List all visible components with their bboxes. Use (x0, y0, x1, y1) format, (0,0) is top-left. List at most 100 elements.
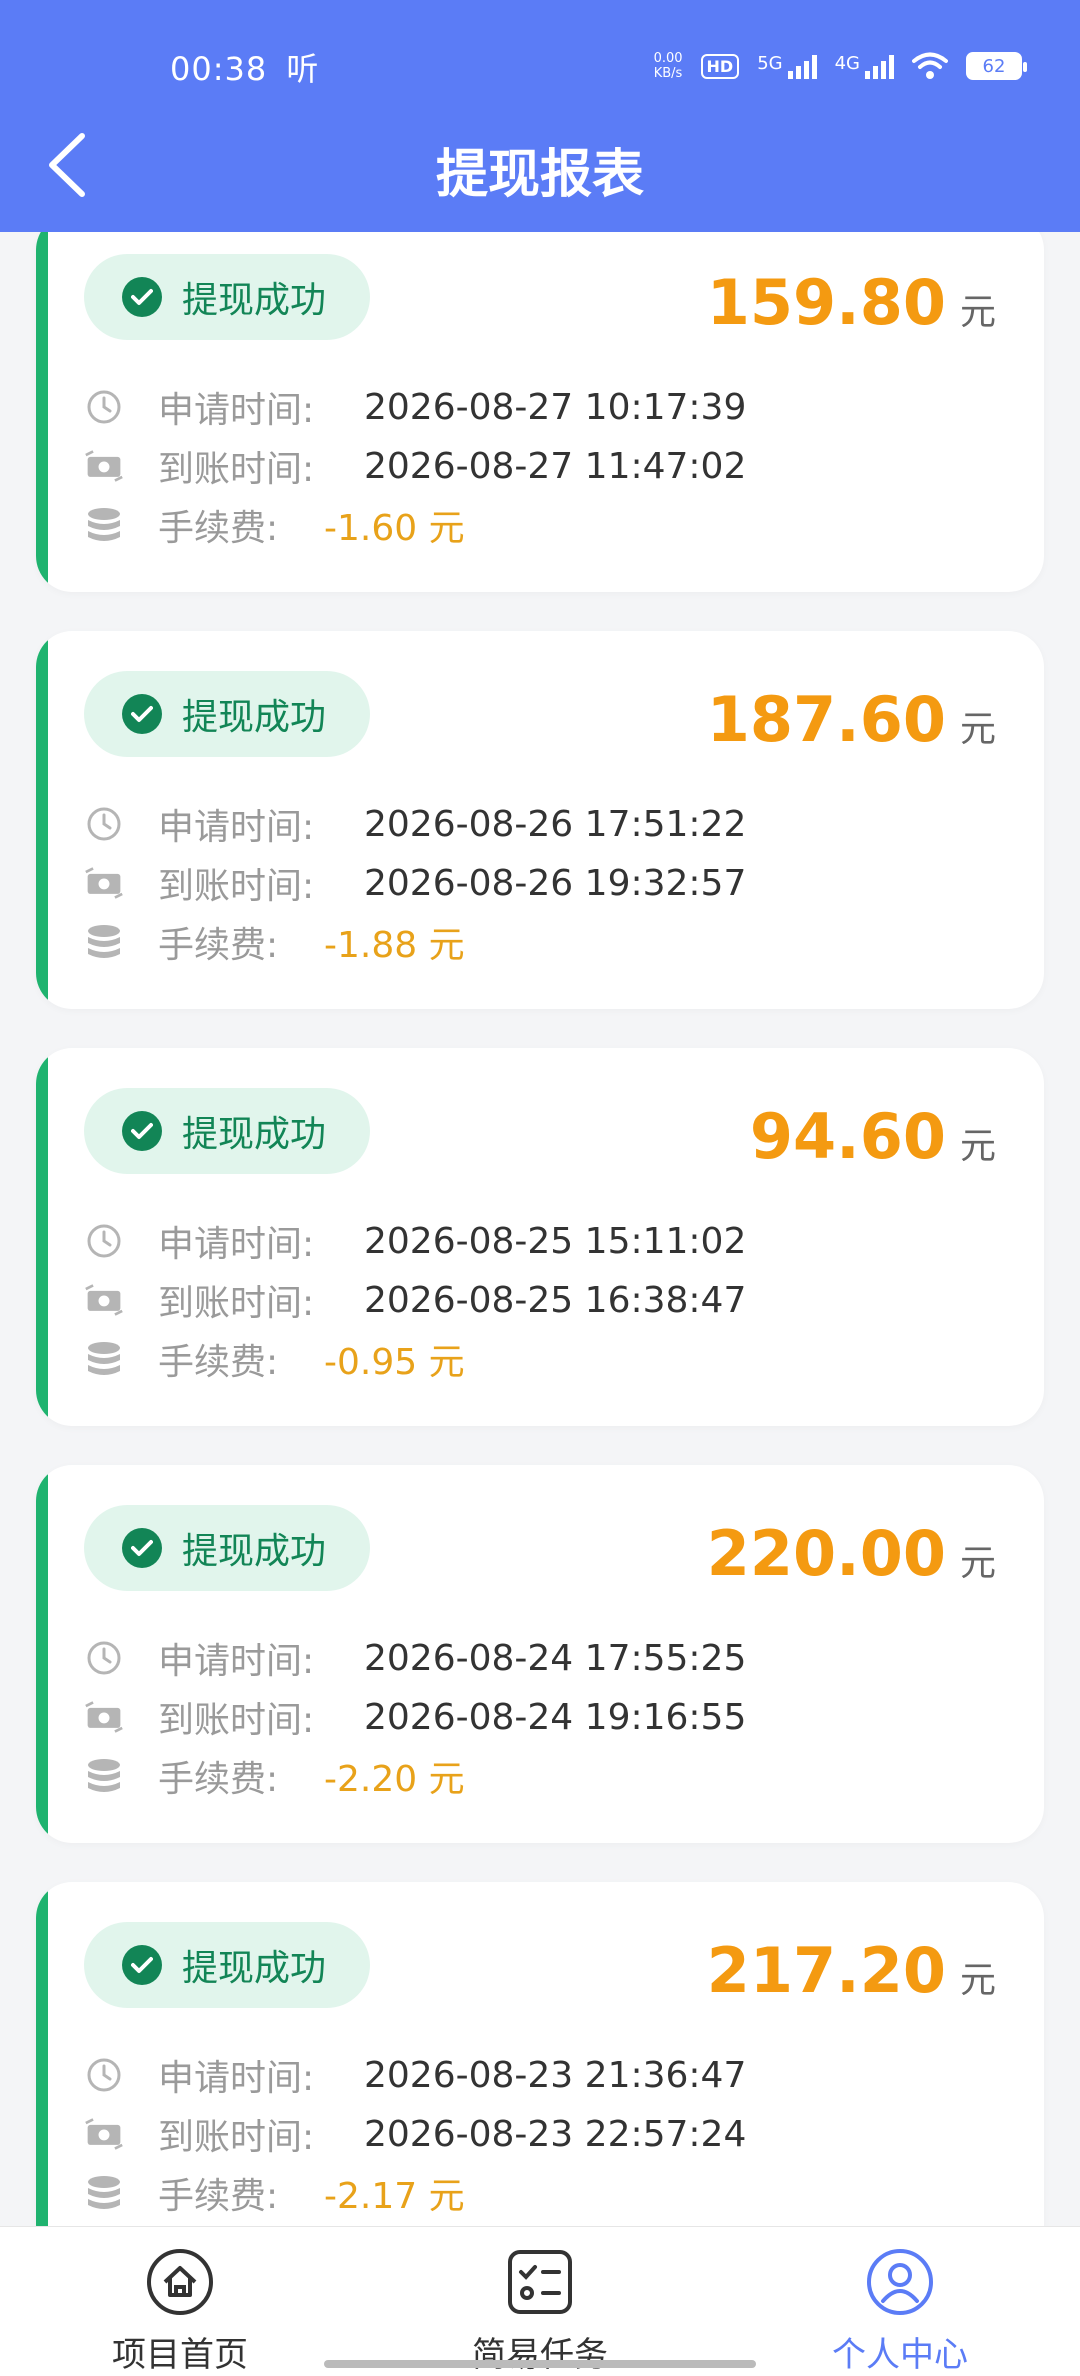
money-transfer-icon (84, 2114, 124, 2154)
amount: 220.00 元 (707, 1517, 996, 1590)
nav-item-home[interactable]: 项目首页 (70, 2247, 290, 2376)
money-transfer-icon (84, 863, 124, 903)
apply-time-label: 申请时间: (158, 1641, 315, 1682)
fee-label: 手续费: (158, 2176, 279, 2217)
amount-unit: 元 (959, 1543, 996, 1584)
apply-time-value: 2026-08-25 15:11:02 (364, 1220, 747, 1262)
amount: 217.20 元 (707, 1934, 996, 2007)
status-bar: 00:38 听 0.00 KB/s HD 5G 4G 62 (0, 0, 1080, 130)
amount-value: 220.00 (706, 1517, 946, 1590)
amount: 94.60 元 (750, 1100, 996, 1173)
nav-item-profile[interactable]: 个人中心 (790, 2247, 1010, 2376)
amount-value: 217.20 (706, 1934, 946, 2007)
coins-icon (84, 922, 124, 962)
arrive-time-row: 到账时间: 2026-08-23 22:57:24 (84, 2109, 746, 2159)
bottom-nav: 项目首页 简易任务 个人中心 (0, 2226, 1080, 2376)
fee-row: 手续费: -1.60 元 (84, 500, 465, 550)
amount: 187.60 元 (707, 683, 996, 756)
arrive-time-value: 2026-08-24 19:16:55 (364, 1696, 747, 1738)
status-extra-text: 听 (286, 50, 320, 88)
apply-time-row: 申请时间: 2026-08-27 10:17:39 (84, 382, 746, 432)
arrive-time-value: 2026-08-23 22:57:24 (364, 2113, 747, 2155)
home-indicator[interactable] (324, 2360, 756, 2368)
amount: 159.80 元 (707, 266, 996, 339)
coins-icon (84, 2173, 124, 2213)
apply-time-value: 2026-08-23 21:36:47 (364, 2054, 747, 2096)
check-circle-icon (122, 694, 162, 734)
fee-row: 手续费: -0.95 元 (84, 1334, 465, 1384)
signal-4g-label: 4G (834, 53, 860, 74)
amount-unit: 元 (959, 1126, 996, 1167)
coins-icon (84, 505, 124, 545)
fee-value: -1.60 元 (324, 508, 465, 549)
apply-time-label: 申请时间: (158, 390, 315, 431)
page-title: 提现报表 (435, 145, 644, 205)
money-transfer-icon (84, 1280, 124, 1320)
nav-item-tasks[interactable]: 简易任务 (430, 2247, 650, 2376)
nav-label-home: 项目首页 (112, 2335, 248, 2375)
fee-row: 手续费: -2.20 元 (84, 1751, 465, 1801)
wifi-icon (912, 52, 948, 79)
fee-row: 手续费: -1.88 元 (84, 917, 465, 967)
arrive-time-label: 到账时间: (158, 866, 315, 907)
withdraw-record-card[interactable]: 提现成功 94.60 元 申请时间: 2026-08-25 15:11:02 到… (36, 1048, 1044, 1426)
task-list-icon (505, 2247, 575, 2317)
withdraw-record-card[interactable]: 提现成功 220.00 元 申请时间: 2026-08-24 17:55:25 … (36, 1465, 1044, 1843)
arrive-time-value: 2026-08-26 19:32:57 (364, 862, 747, 904)
status-text: 提现成功 (182, 1531, 327, 1572)
money-transfer-icon (84, 1697, 124, 1737)
fee-label: 手续费: (158, 925, 279, 966)
status-time: 00:38 听 (170, 44, 319, 90)
apply-time-row: 申请时间: 2026-08-24 17:55:25 (84, 1633, 746, 1683)
fee-row: 手续费: -2.17 元 (84, 2168, 465, 2218)
arrive-time-value: 2026-08-27 11:47:02 (364, 445, 747, 487)
signal-4g-icon: 4G (835, 53, 894, 79)
home-icon (145, 2247, 215, 2317)
amount-unit: 元 (959, 709, 996, 750)
amount-value: 187.60 (706, 683, 946, 756)
net-speed: 0.00 KB/s (654, 51, 683, 81)
status-badge: 提现成功 (84, 1088, 370, 1174)
hd-icon: HD (700, 53, 740, 79)
coins-icon (84, 1756, 124, 1796)
battery-icon: 62 (966, 52, 1027, 80)
fee-label: 手续费: (158, 1342, 279, 1383)
signal-5g-label: 5G (757, 53, 783, 74)
withdraw-record-card[interactable]: 提现成功 187.60 元 申请时间: 2026-08-26 17:51:22 … (36, 631, 1044, 1009)
clock-icon (84, 804, 124, 844)
user-icon (865, 2247, 935, 2317)
withdraw-record-card[interactable]: 提现成功 159.80 元 申请时间: 2026-08-27 10:17:39 … (36, 232, 1044, 592)
fee-label: 手续费: (158, 1759, 279, 1800)
fee-value: -2.17 元 (324, 2176, 465, 2217)
status-badge: 提现成功 (84, 254, 370, 340)
apply-time-row: 申请时间: 2026-08-26 17:51:22 (84, 799, 746, 849)
check-circle-icon (122, 1111, 162, 1151)
apply-time-label: 申请时间: (158, 807, 315, 848)
arrive-time-label: 到账时间: (158, 1700, 315, 1741)
apply-time-value: 2026-08-26 17:51:22 (364, 803, 747, 845)
withdraw-record-list[interactable]: 提现成功 159.80 元 申请时间: 2026-08-27 10:17:39 … (0, 232, 1080, 2226)
fee-label: 手续费: (158, 508, 279, 549)
arrive-time-label: 到账时间: (158, 449, 315, 490)
status-badge: 提现成功 (84, 1922, 370, 2008)
amount-unit: 元 (959, 1960, 996, 2001)
apply-time-label: 申请时间: (158, 1224, 315, 1265)
net-speed-unit: KB/s (653, 66, 683, 81)
arrive-time-value: 2026-08-25 16:38:47 (364, 1279, 747, 1321)
clock-text: 00:38 (170, 50, 268, 88)
apply-time-value: 2026-08-27 10:17:39 (364, 386, 747, 428)
arrive-time-label: 到账时间: (158, 1283, 315, 1324)
status-text: 提现成功 (182, 1948, 327, 1989)
net-speed-value: 0.00 (653, 51, 683, 66)
check-circle-icon (122, 277, 162, 317)
apply-time-value: 2026-08-24 17:55:25 (364, 1637, 747, 1679)
check-circle-icon (122, 1945, 162, 1985)
status-badge: 提现成功 (84, 1505, 370, 1591)
nav-label-profile: 个人中心 (832, 2335, 968, 2375)
status-indicators: 0.00 KB/s HD 5G 4G 62 (654, 44, 1027, 88)
money-transfer-icon (84, 446, 124, 486)
clock-icon (84, 1221, 124, 1261)
withdraw-record-card[interactable]: 提现成功 217.20 元 申请时间: 2026-08-23 21:36:47 … (36, 1882, 1044, 2226)
status-text: 提现成功 (182, 280, 327, 321)
fee-value: -2.20 元 (324, 1759, 465, 1800)
